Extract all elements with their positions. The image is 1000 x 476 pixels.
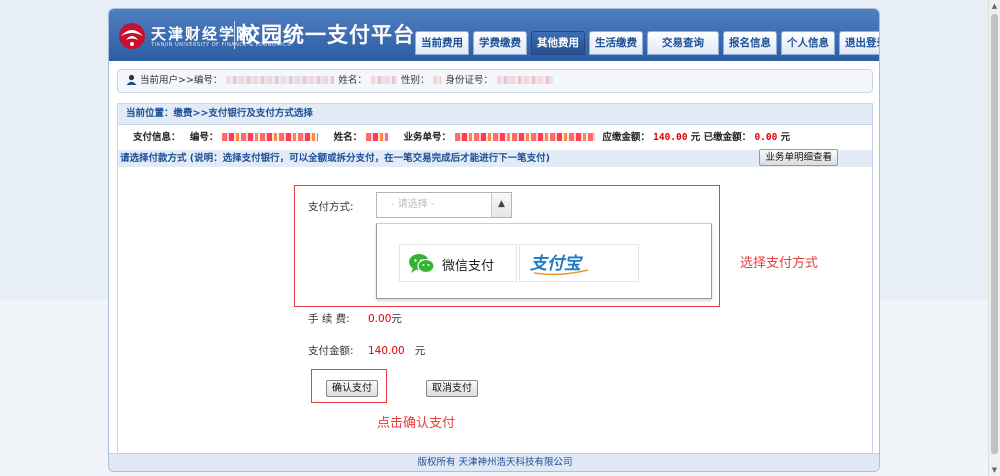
confirm-pay-button[interactable]: 确认支付 bbox=[326, 380, 378, 397]
current-user-label: 当前用户>>编号： bbox=[140, 75, 223, 86]
wechat-icon bbox=[409, 254, 435, 274]
due-label: 应缴金额： bbox=[602, 132, 650, 143]
scroll-thumb[interactable] bbox=[991, 14, 998, 454]
annotation-click-confirm: 点击确认支付 bbox=[377, 416, 456, 431]
alipay-logo-text: 支付宝 bbox=[530, 254, 584, 274]
tab-logout[interactable]: 退出登录 bbox=[839, 31, 879, 55]
redacted-id-card bbox=[496, 76, 553, 84]
method-instruction: 请选择付款方式 (说明：选择支付银行，可以全额或拆分支付，在一笔交易完成后才能进… bbox=[120, 153, 550, 164]
gender-label: 性别： bbox=[400, 75, 430, 86]
tab-personal-info[interactable]: 个人信息 bbox=[781, 31, 835, 55]
footer-copyright: 版权所有 天津神州浩天科技有限公司 bbox=[109, 453, 879, 471]
main-frame: 天津财经学院 TIANJIN UNIVERSITY OF FINANCE & E… bbox=[108, 8, 880, 472]
fee-label: 手 续 费: bbox=[308, 313, 350, 325]
scroll-down-icon[interactable]: ▼ bbox=[989, 464, 1000, 476]
select-placeholder: - 请选择 - bbox=[391, 199, 435, 210]
user-info-bar: 当前用户>>编号： 姓名： 性别： 身份证号： bbox=[117, 69, 873, 93]
paid-amount: 0.00 bbox=[754, 132, 778, 143]
breadcrumb: 当前位置：缴费>>支付银行及支付方式选择 bbox=[118, 104, 872, 125]
annotation-choose-method: 选择支付方式 bbox=[740, 256, 819, 271]
fee-row: 0.00元 bbox=[368, 311, 402, 326]
tab-registration[interactable]: 报名信息 bbox=[723, 31, 777, 55]
wechat-pay-label: 微信支付 bbox=[442, 259, 495, 274]
id-card-label: 身份证号： bbox=[445, 75, 493, 86]
payment-panel: 当前位置：缴费>>支付银行及支付方式选择 支付信息： 编号： 姓名： 业务单号：… bbox=[117, 103, 873, 455]
redacted-name bbox=[370, 76, 397, 84]
redacted-order-no bbox=[455, 133, 595, 141]
school-logo-icon bbox=[119, 23, 145, 49]
method-label: 支付方式: bbox=[308, 201, 354, 213]
tab-other-fees[interactable]: 其他费用 bbox=[531, 31, 585, 55]
option-wechat-pay[interactable]: 微信支付 bbox=[399, 244, 517, 282]
amount-label: 支付金额: bbox=[308, 345, 354, 357]
view-order-details-button[interactable]: 业务单明细查看 bbox=[759, 149, 838, 166]
payinfo-id-label: 编号： bbox=[189, 132, 219, 143]
due-amount: 140.00 bbox=[653, 132, 688, 143]
header-divider bbox=[234, 21, 235, 49]
payinfo-order-label: 业务单号： bbox=[403, 132, 451, 143]
vertical-scrollbar[interactable]: ▲ ▼ bbox=[988, 0, 1000, 476]
payinfo-title: 支付信息： bbox=[133, 132, 181, 143]
fee-value: 0.00 bbox=[368, 313, 392, 325]
option-alipay[interactable]: 支付宝 bbox=[519, 244, 639, 282]
header-banner: 天津财经学院 TIANJIN UNIVERSITY OF FINANCE & E… bbox=[109, 9, 879, 61]
paid-unit: 元 bbox=[780, 132, 791, 143]
cancel-pay-button[interactable]: 取消支付 bbox=[426, 380, 478, 397]
payment-method-dropdown: 微信支付 支付宝 bbox=[376, 223, 712, 299]
alipay-logo-icon: 支付宝 bbox=[530, 254, 589, 276]
payinfo-name-label: 姓名： bbox=[333, 132, 363, 143]
main-nav: 当前费用 学费缴费 其他费用 生活缴费 交易查询 报名信息 个人信息 退出登录 bbox=[415, 31, 879, 55]
amount-unit: 元 bbox=[414, 345, 426, 357]
amount-row: 140.00 元 bbox=[368, 343, 425, 358]
method-instruction-bar: 请选择付款方式 (说明：选择支付银行，可以全额或拆分支付，在一笔交易完成后才能进… bbox=[118, 149, 872, 167]
due-unit: 元 bbox=[690, 132, 701, 143]
chevron-up-icon[interactable]: ▲ bbox=[491, 193, 511, 217]
payment-info-row: 支付信息： 编号： 姓名： 业务单号： 应缴金额： 140.00 元 已缴金额：… bbox=[118, 125, 872, 150]
tab-tuition[interactable]: 学费缴费 bbox=[473, 31, 527, 55]
tab-transactions[interactable]: 交易查询 bbox=[647, 31, 719, 55]
user-icon bbox=[126, 74, 137, 85]
redacted-payinfo-id bbox=[222, 133, 319, 141]
school-name: 天津财经学院 bbox=[151, 25, 254, 43]
redacted-gender bbox=[433, 76, 442, 84]
tab-current-fees[interactable]: 当前费用 bbox=[415, 31, 469, 55]
amount-value: 140.00 bbox=[368, 345, 405, 357]
payment-method-select[interactable]: - 请选择 - ▲ bbox=[376, 192, 512, 218]
paid-label: 已缴金额： bbox=[703, 132, 752, 143]
scroll-up-icon[interactable]: ▲ bbox=[989, 0, 1000, 12]
fee-unit: 元 bbox=[391, 313, 402, 325]
tab-living-fees[interactable]: 生活缴费 bbox=[589, 31, 643, 55]
redacted-payinfo-name bbox=[366, 133, 389, 141]
redacted-id bbox=[226, 76, 335, 84]
name-label: 姓名： bbox=[338, 75, 367, 86]
platform-title: 校园统一支付平台 bbox=[239, 23, 415, 47]
